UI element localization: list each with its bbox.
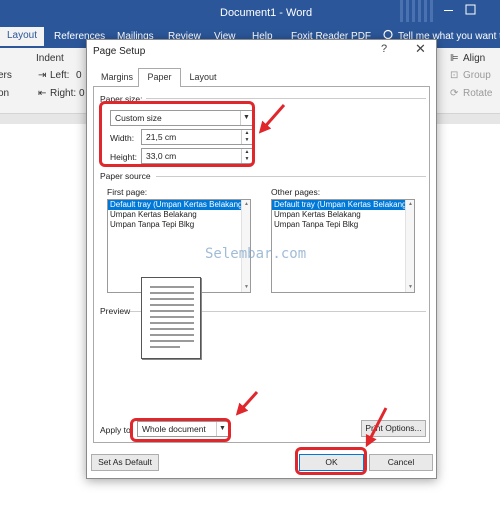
scroll-down-icon[interactable]: ▼: [242, 283, 251, 292]
close-button[interactable]: ✕: [415, 41, 426, 57]
watermark: Selembar.com: [205, 246, 307, 262]
list-item[interactable]: Umpan Tanpa Tepi Blkg: [108, 220, 250, 230]
preview-label: Preview: [100, 306, 131, 316]
section-divider: [156, 176, 426, 177]
scroll-down-icon[interactable]: ▼: [406, 283, 415, 292]
preview-line: [150, 340, 194, 342]
indent-left-label: Left:: [50, 70, 70, 81]
help-button[interactable]: ?: [381, 43, 387, 55]
list-item[interactable]: Default tray (Umpan Kertas Belakang): [108, 200, 250, 210]
highlight-ok: [295, 447, 367, 475]
preview-line: [150, 322, 194, 324]
first-page-label: First page:: [107, 187, 148, 197]
align-icon: ⊫: [450, 53, 459, 64]
indent-right-label: Right:: [50, 88, 77, 99]
tab-paper[interactable]: Paper: [138, 68, 181, 87]
tab-margins[interactable]: Margins: [95, 69, 139, 86]
apply-to-label: Apply to:: [100, 425, 134, 435]
list-item[interactable]: Umpan Kertas Belakang: [272, 210, 414, 220]
paper-source-label: Paper source: [100, 171, 151, 181]
preview-line: [150, 316, 194, 318]
group-button[interactable]: Group: [463, 70, 491, 81]
preview-line: [150, 310, 194, 312]
tab-layout[interactable]: Layout: [0, 27, 44, 48]
highlight-apply-to: [130, 418, 231, 442]
group-icon: ⊡: [450, 70, 459, 81]
preview-line: [150, 298, 194, 300]
rotate-icon: ⟳: [450, 88, 459, 99]
page-preview: [141, 277, 201, 359]
indent-left-value[interactable]: 0: [76, 70, 82, 81]
indent-group-label: Indent: [36, 53, 64, 64]
print-options-button[interactable]: Print Options...: [361, 420, 426, 437]
preview-line: [150, 328, 194, 330]
highlight-paper-size: [99, 101, 255, 167]
align-button[interactable]: Align: [463, 53, 485, 64]
ribbon-fragment-hyphenation[interactable]: on: [0, 88, 9, 99]
tab-layout-dialog[interactable]: Layout: [183, 69, 223, 86]
preview-line: [150, 292, 194, 294]
scroll-up-icon[interactable]: ▲: [406, 200, 415, 209]
indent-right-value[interactable]: 0: [79, 88, 85, 99]
document-title: Document1 - Word: [220, 7, 313, 19]
preview-line: [150, 286, 194, 288]
preview-line: [150, 346, 180, 348]
preview-line: [150, 304, 194, 306]
section-divider: [146, 98, 426, 99]
set-as-default-button[interactable]: Set As Default: [91, 454, 159, 471]
cancel-button[interactable]: Cancel: [369, 454, 433, 471]
list-item[interactable]: Default tray (Umpan Kertas Belakang): [272, 200, 414, 210]
preview-line: [150, 334, 194, 336]
dialog-title: Page Setup: [93, 46, 146, 57]
rotate-button[interactable]: Rotate: [463, 88, 492, 99]
other-pages-label: Other pages:: [271, 187, 321, 197]
list-item[interactable]: Umpan Tanpa Tepi Blkg: [272, 220, 414, 230]
scrollbar[interactable]: ▲ ▼: [405, 200, 414, 292]
ribbon-fragment-breaks[interactable]: ers: [0, 70, 12, 81]
window-pattern-icon: [400, 0, 476, 22]
indent-right-icon: ⇤: [38, 88, 47, 99]
indent-left-icon: ⇥: [38, 70, 47, 81]
list-item[interactable]: Umpan Kertas Belakang: [108, 210, 250, 220]
scroll-up-icon[interactable]: ▲: [242, 200, 251, 209]
